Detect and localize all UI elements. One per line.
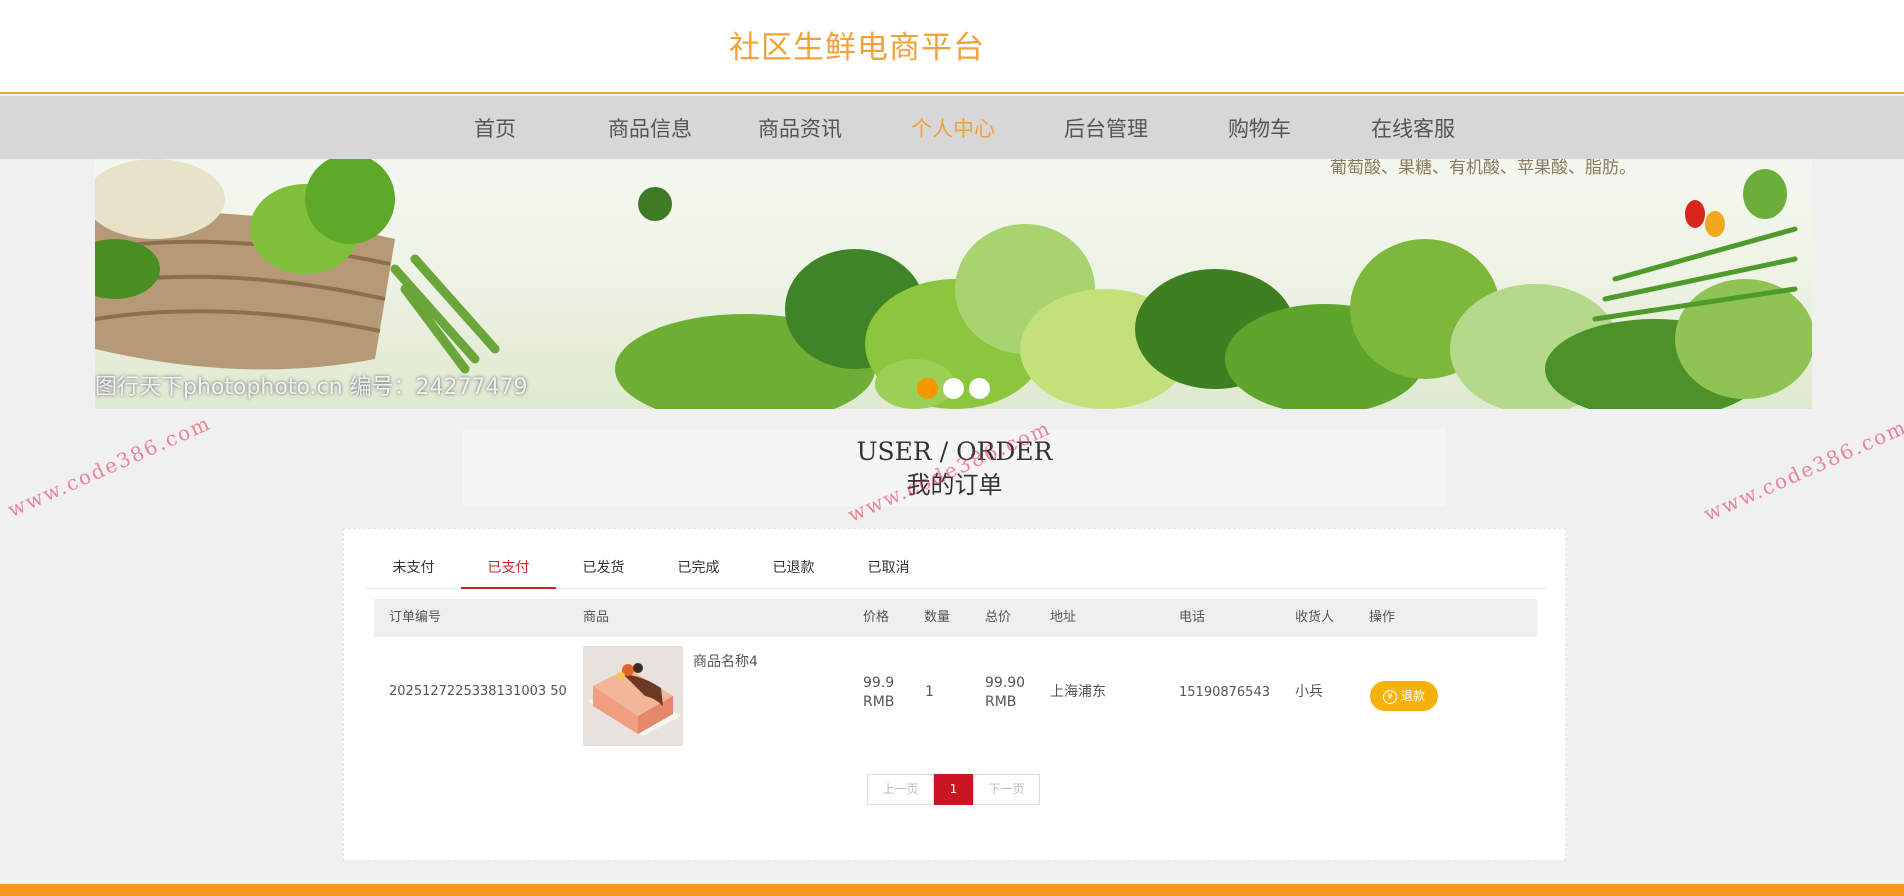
banner-top-text: 葡萄酸、果糖、有机酸、苹果酸、脂肪。 <box>1330 159 1636 178</box>
receiver: 小兵 <box>1295 684 1323 700</box>
site-title: 社区生鲜电商平台 <box>729 30 985 66</box>
col-action: 操作 <box>1369 610 1396 625</box>
nav-item-news[interactable]: 商品资讯 <box>758 113 842 143</box>
next-page-button[interactable]: 下一页 <box>973 774 1040 805</box>
tab-shipped[interactable]: 已发货 <box>556 547 651 589</box>
carousel-dot-3[interactable] <box>969 378 990 399</box>
refund-button-label: 退款 <box>1400 689 1425 703</box>
col-quantity: 数量 <box>924 610 951 625</box>
price-cell: 99.9 RMB <box>863 674 894 712</box>
tab-completed[interactable]: 已完成 <box>651 547 746 589</box>
product-name[interactable]: 商品名称4 <box>693 653 758 672</box>
price-unit: RMB <box>863 694 895 710</box>
prev-page-button[interactable]: 上一页 <box>867 774 934 805</box>
quantity: 1 <box>925 684 934 700</box>
table-header: 订单编号 商品 价格 数量 总价 地址 电话 收货人 操作 <box>374 599 1537 637</box>
nav-item-cart[interactable]: 购物车 <box>1228 113 1291 143</box>
order-panel: 未支付 已支付 已发货 已完成 已退款 已取消 订单编号 商品 价格 数量 总价… <box>343 528 1566 861</box>
watermark-right: www.code386.com <box>1700 414 1904 526</box>
total-value: 99.90 <box>985 675 1026 691</box>
cake-image <box>583 646 683 746</box>
page-1-button[interactable]: 1 <box>934 774 973 805</box>
nav-item-home[interactable]: 首页 <box>474 113 516 143</box>
col-total: 总价 <box>985 610 1012 625</box>
tab-paid[interactable]: 已支付 <box>461 547 556 589</box>
order-status-tabs: 未支付 已支付 已发货 已完成 已退款 已取消 <box>366 547 1546 589</box>
carousel-dot-2[interactable] <box>943 378 964 399</box>
col-address: 地址 <box>1050 610 1077 625</box>
banner-carousel[interactable]: 葡萄酸、果糖、有机酸、苹果酸、脂肪。 图行天下photophoto.cn 编号：… <box>95 159 1812 409</box>
order-number: 2025127225338131003 50 <box>389 684 567 699</box>
tab-cancelled[interactable]: 已取消 <box>841 547 936 589</box>
col-price: 价格 <box>863 610 890 625</box>
footer-bar <box>0 884 1904 896</box>
banner-watermark-text: 图行天下photophoto.cn 编号：24277479 <box>95 375 528 400</box>
col-product: 商品 <box>583 610 610 625</box>
nav-item-service[interactable]: 在线客服 <box>1371 113 1455 143</box>
col-receiver: 收货人 <box>1295 610 1335 625</box>
col-order-no: 订单编号 <box>389 610 442 625</box>
carousel-dot-1[interactable] <box>917 378 938 399</box>
address: 上海浦东 <box>1050 684 1106 700</box>
main-nav: 首页 商品信息 商品资讯 个人中心 后台管理 购物车 在线客服 <box>0 96 1904 159</box>
price-value: 99.9 <box>863 675 895 691</box>
table-row: 2025127225338131003 50 商品名称4 99.9 RMB 1 … <box>374 637 1537 747</box>
tab-refunded[interactable]: 已退款 <box>746 547 841 589</box>
tab-unpaid[interactable]: 未支付 <box>366 547 461 589</box>
phone: 15190876543 <box>1179 685 1270 700</box>
total-unit: RMB <box>985 694 1017 710</box>
col-phone: 电话 <box>1179 610 1206 625</box>
watermark-left: www.code386.com <box>4 410 215 522</box>
refund-button[interactable]: ¥ 退款 <box>1370 681 1438 711</box>
total-cell: 99.90 RMB <box>985 674 1025 712</box>
site-header: 社区生鲜电商平台 <box>0 0 1904 94</box>
nav-item-admin[interactable]: 后台管理 <box>1064 113 1148 143</box>
yen-circle-icon: ¥ <box>1382 690 1397 704</box>
nav-item-user-center[interactable]: 个人中心 <box>911 113 995 143</box>
product-thumbnail[interactable] <box>583 646 683 746</box>
nav-item-products[interactable]: 商品信息 <box>608 113 692 143</box>
